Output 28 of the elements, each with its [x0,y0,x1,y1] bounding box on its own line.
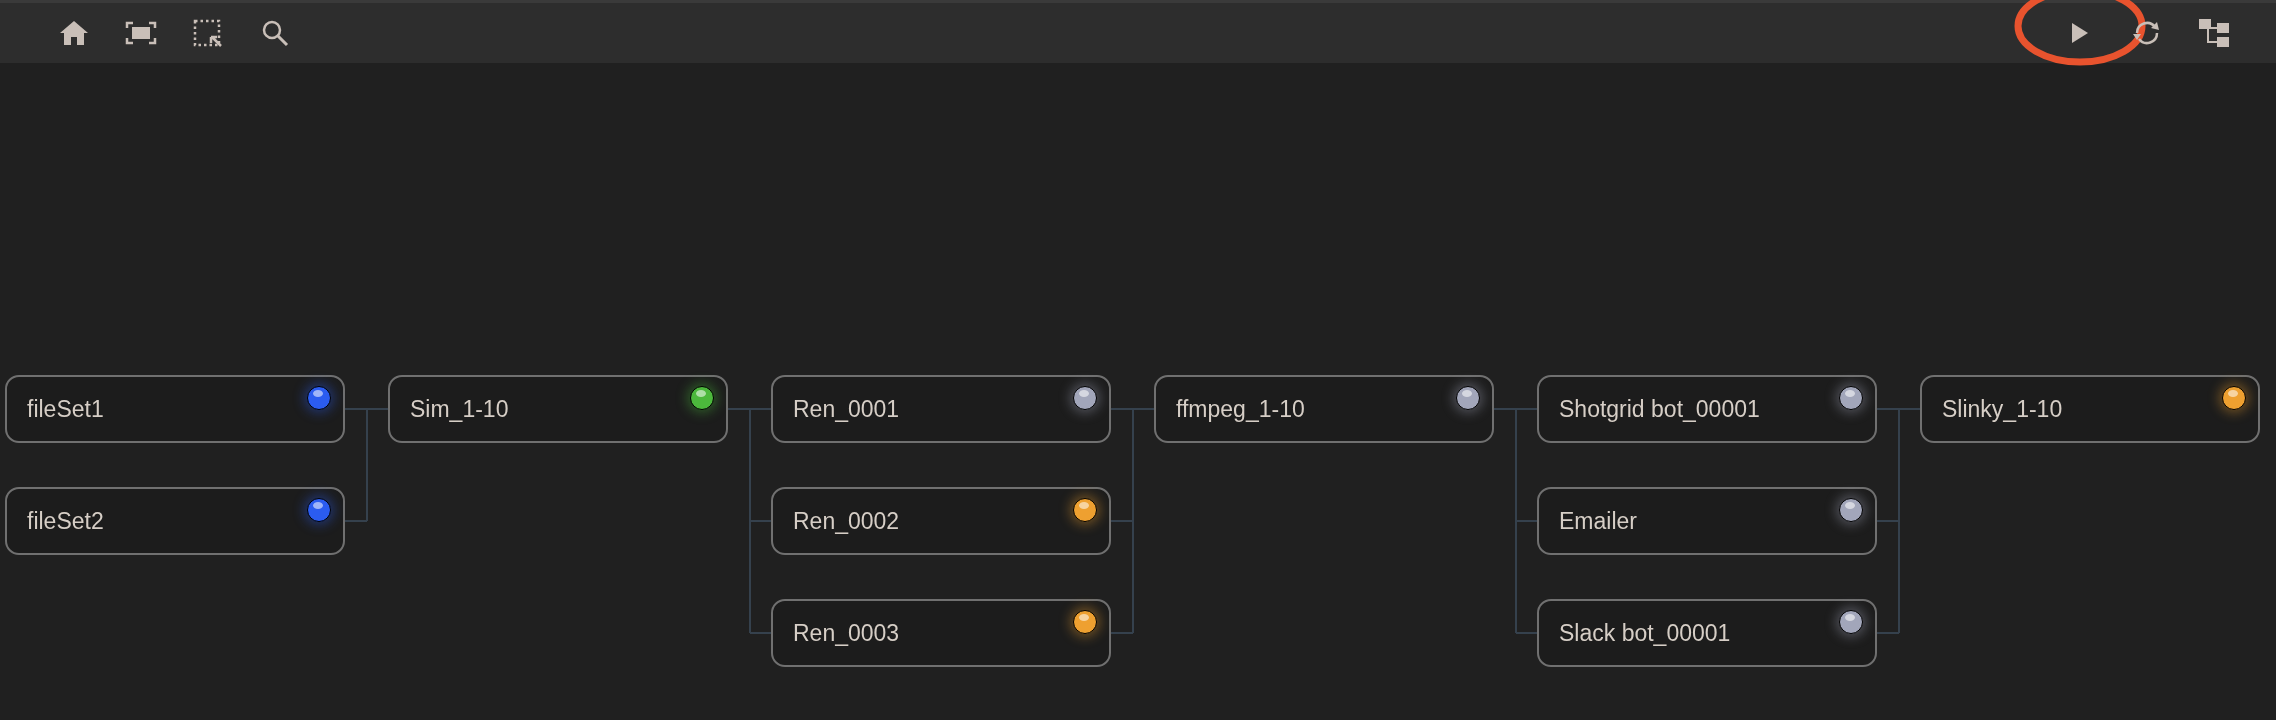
node-label: fileSet2 [27,507,104,535]
node-label: Slinky_1-10 [1942,395,2063,423]
tree-layout-icon [2198,18,2230,48]
node-label: ffmpeg_1-10 [1176,395,1305,423]
node-label: Ren_0002 [793,507,900,535]
search-icon [261,19,289,47]
play-icon [2071,22,2089,44]
pipeline-node[interactable]: Shotgrid bot_00001 [1537,375,1877,443]
node-label: Emailer [1559,507,1637,535]
pipeline-node[interactable]: Ren_0001 [771,375,1111,443]
pipeline-node[interactable]: Emailer [1537,487,1877,555]
node-label: Ren_0003 [793,619,900,647]
pipeline-node[interactable]: Slinky_1-10 [1920,375,2260,443]
fit-screen-icon [125,20,157,46]
pipeline-node[interactable]: ffmpeg_1-10 [1154,375,1494,443]
selection-icon [193,19,223,47]
home-icon [59,20,89,46]
pipeline-node[interactable]: Slack bot_00001 [1537,599,1877,667]
pipeline-node[interactable]: Ren_0003 [771,599,1111,667]
pipeline-node[interactable]: Sim_1-10 [388,375,728,443]
node-label: Ren_0001 [793,395,900,423]
pipeline-node[interactable]: fileSet2 [5,487,345,555]
node-label: Slack bot_00001 [1559,619,1731,647]
node-label: fileSet1 [27,395,104,423]
node-label: Shotgrid bot_00001 [1559,395,1760,423]
pipeline-node[interactable]: Ren_0002 [771,487,1111,555]
pipeline-node[interactable]: fileSet1 [5,375,345,443]
node-label: Sim_1-10 [410,395,509,423]
